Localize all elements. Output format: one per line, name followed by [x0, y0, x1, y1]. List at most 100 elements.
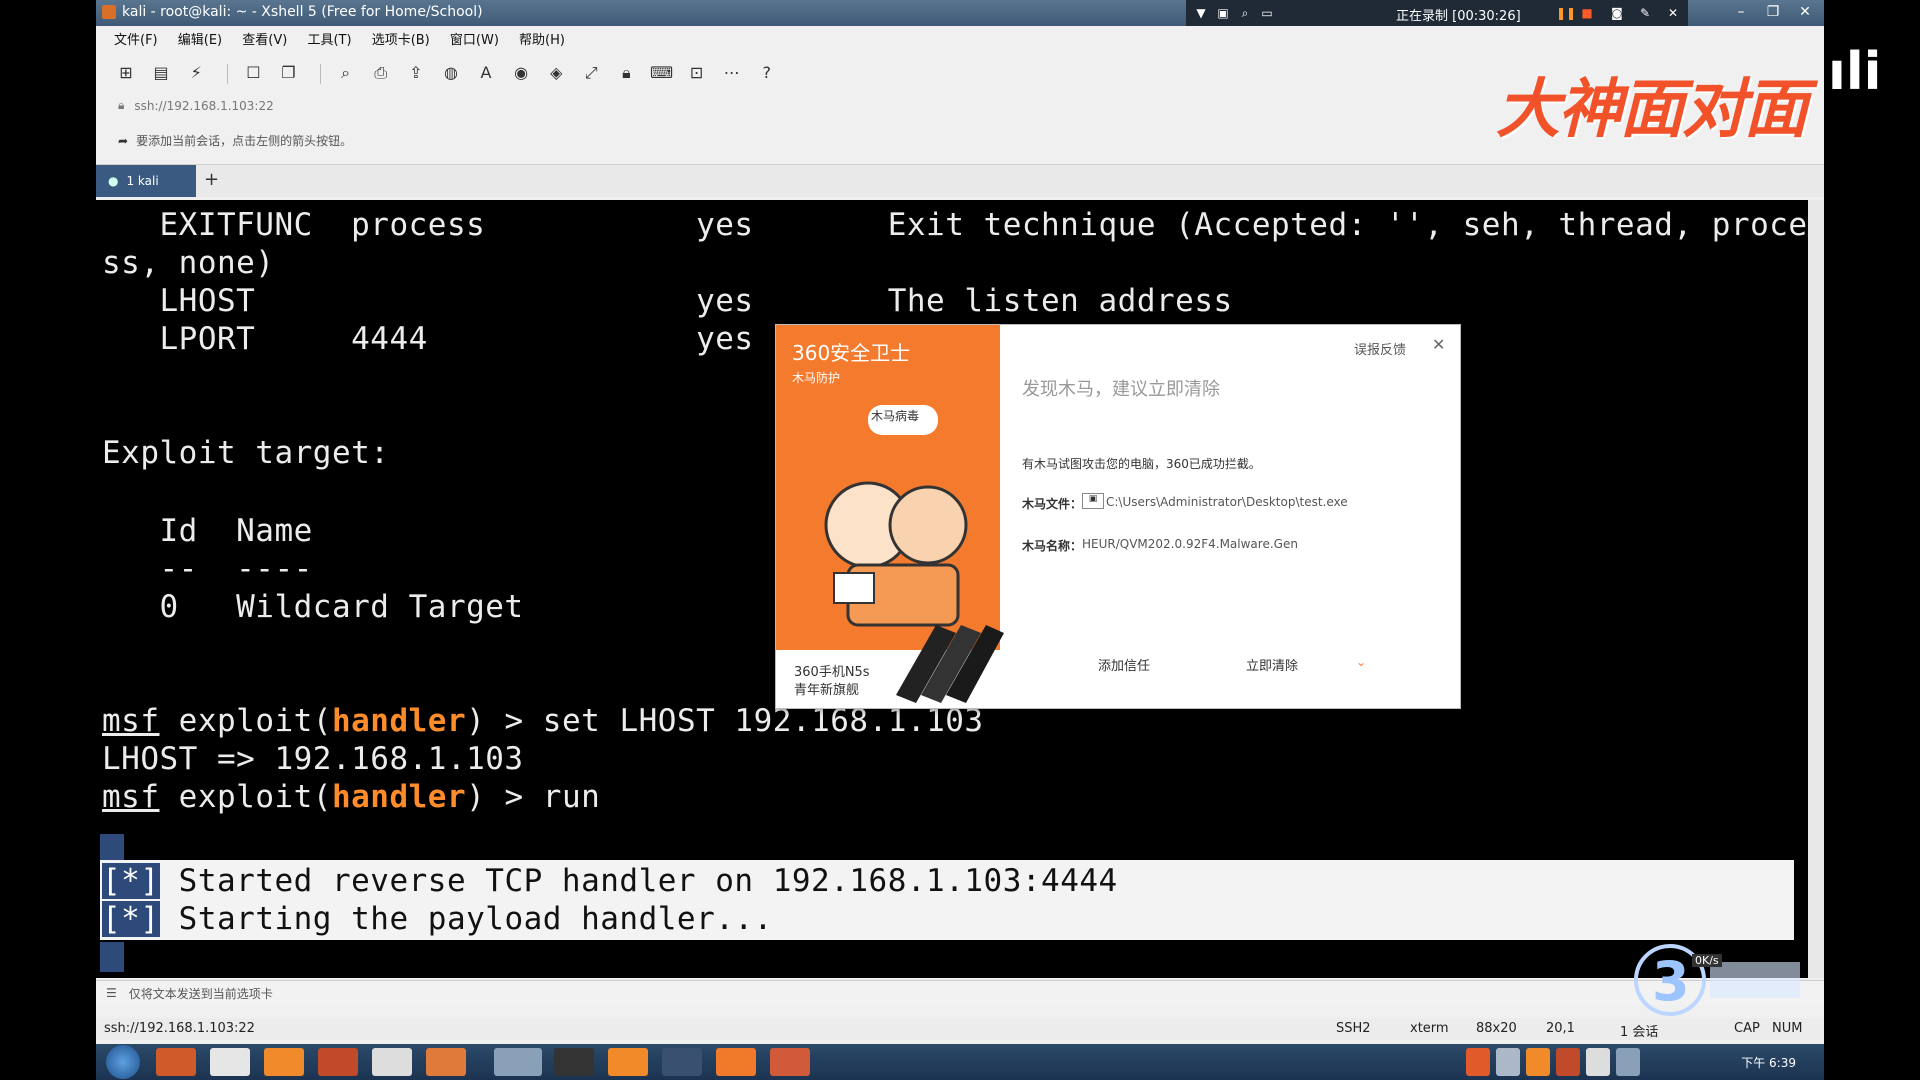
tray-icon[interactable] [1496, 1048, 1520, 1076]
tray-icon[interactable] [1556, 1048, 1580, 1076]
popup-description: 有木马试图攻击您的电脑，360已成功拦截。 [1022, 457, 1261, 471]
arrow-icon[interactable]: ➦ [118, 134, 128, 148]
help-icon[interactable]: ? [755, 62, 779, 84]
prompt-module: handler [331, 779, 467, 815]
maximize-button[interactable]: ❐ [1758, 2, 1788, 22]
tab-kali[interactable]: ● 1 kali [96, 165, 196, 197]
more-icon[interactable]: ⋯ [720, 62, 744, 84]
menu-view[interactable]: 查看(V) [234, 30, 295, 52]
report-link[interactable]: 误报反馈 [1354, 339, 1406, 358]
close-button[interactable]: ✕ [1790, 2, 1820, 22]
address-text: ssh://192.168.1.103:22 [134, 98, 274, 113]
status-num: NUM [1772, 1021, 1803, 1036]
menu-help[interactable]: 帮助(H) [511, 30, 573, 52]
stop-icon[interactable]: ■ [1580, 6, 1594, 20]
recording-bar: ▼ ▣ ⌕ ▭ 正在录制 [00:30:26] ❚❚ ■ ◙ ✎ ✕ [1186, 0, 1688, 26]
send-menu-icon[interactable]: ☰ [106, 986, 117, 1000]
lock-icon[interactable]: 🔒︎ [614, 62, 638, 84]
menu-window[interactable]: 窗口(W) [442, 30, 507, 52]
send-bar-text: 仅将文本发送到当前选项卡 [128, 986, 273, 1001]
antivirus-popup: 360安全卫士 木马防护 木马病毒 360手机N5s 青年新旗舰 误报反馈 ✕ … [775, 324, 1461, 709]
taskbar-app-icon[interactable] [770, 1048, 810, 1076]
taskbar-app-icon[interactable] [264, 1048, 304, 1076]
menu-edit[interactable]: 编辑(E) [170, 30, 230, 52]
status-caps: CAP [1734, 1021, 1760, 1036]
fullscreen-icon[interactable]: ⤢ [579, 62, 603, 84]
properties-icon[interactable]: ☐ [241, 62, 265, 84]
compose-icon[interactable]: ⊡ [685, 62, 709, 84]
popup-content: 误报反馈 ✕ 发现木马，建议立即清除 有木马试图攻击您的电脑，360已成功拦截。… [1000, 325, 1460, 708]
lock-small-icon: 🔒︎ [118, 98, 125, 112]
terminal-line: LPORT 4444 yes [102, 321, 754, 357]
window-icon[interactable]: ▣ [1216, 6, 1230, 20]
popup-banner: 360安全卫士 木马防护 木马病毒 360手机N5s 青年新旗舰 [776, 325, 1004, 708]
clean-now-button[interactable]: 立即清除 [1246, 655, 1298, 674]
cursor-block [100, 942, 124, 972]
dropdown-icon[interactable]: ▼ [1194, 6, 1208, 20]
find-icon[interactable]: ⌕ [334, 62, 358, 84]
taskbar-xshell[interactable] [494, 1048, 542, 1076]
add-trust-button[interactable]: 添加信任 [1098, 655, 1150, 674]
globe-icon[interactable]: ◍ [439, 62, 463, 84]
terminal-line: ss, none) [102, 245, 275, 281]
taskbar-app-icon[interactable] [318, 1048, 358, 1076]
address-bar[interactable]: 🔒︎ ssh://192.168.1.103:22 [118, 98, 274, 113]
taskbar-app-icon[interactable] [372, 1048, 412, 1076]
transfer-icon[interactable]: ⇪ [404, 62, 428, 84]
taskbar-app-icon[interactable] [210, 1048, 250, 1076]
print-icon[interactable]: ⎙ [369, 62, 393, 84]
popup-subtitle: 木马防护 [792, 371, 841, 385]
channel-logo: 3 0K/s [1630, 940, 1820, 1020]
keyboard-icon[interactable]: ⌨ [650, 62, 674, 84]
search-icon[interactable]: ⌕ [1238, 6, 1252, 20]
menu-tools[interactable]: 工具(T) [299, 30, 359, 52]
selected-line: [*] Started reverse TCP handler on 192.1… [100, 862, 1794, 900]
screen-icon[interactable]: ▭ [1260, 6, 1274, 20]
script-icon[interactable]: ◉ [509, 62, 533, 84]
pen-icon[interactable]: ✎ [1638, 6, 1652, 20]
add-tab-button[interactable]: + [204, 169, 219, 190]
sftp-icon[interactable]: ◈ [544, 62, 568, 84]
file-icon: ▣ [1082, 493, 1104, 509]
new-session-icon[interactable]: ⊞ [114, 62, 138, 84]
name-label: 木马名称： [1022, 539, 1083, 553]
tray-icon[interactable] [1586, 1048, 1610, 1076]
volume-icon[interactable] [1616, 1048, 1640, 1076]
recording-status: 正在录制 [00:30:26] [1396, 9, 1521, 24]
menu-file[interactable]: 文件(F) [106, 30, 166, 52]
prompt-module: handler [331, 703, 467, 739]
ad-line2: 青年新旗舰 [794, 683, 860, 698]
taskbar-app-icon[interactable] [716, 1048, 756, 1076]
disconnect-icon[interactable]: ⚡ [184, 62, 208, 84]
status-protocol: SSH2 [1336, 1021, 1371, 1036]
taskbar-app-icon[interactable] [554, 1048, 594, 1076]
terminal-scrollbar[interactable] [1808, 200, 1824, 978]
open-folder-icon[interactable]: ▤ [149, 62, 173, 84]
camera-icon[interactable]: ◙ [1610, 6, 1624, 20]
menu-tabs[interactable]: 选项卡(B) [364, 30, 438, 52]
close-popup-icon[interactable]: ✕ [1432, 335, 1445, 354]
terminal-line: 0 Wildcard Target [102, 589, 524, 625]
close-recording-icon[interactable]: ✕ [1666, 6, 1680, 20]
taskbar-app-icon[interactable] [426, 1048, 466, 1076]
terminal-line: -- ---- [102, 551, 313, 587]
tray-icon[interactable] [1526, 1048, 1550, 1076]
taskbar-app-icon[interactable] [662, 1048, 702, 1076]
minimize-button[interactable]: – [1726, 2, 1756, 22]
copy-icon[interactable]: ❐ [276, 62, 300, 84]
bubble-text: 木马病毒 [871, 409, 920, 423]
taskbar-app-icon[interactable] [608, 1048, 648, 1076]
chevron-down-icon[interactable]: ⌄ [1356, 655, 1366, 669]
status-bracket: [*] [102, 901, 160, 937]
watermark-logo: 大神面对面 [1496, 73, 1808, 147]
start-button[interactable] [106, 1045, 140, 1079]
selection-highlight: [*] Started reverse TCP handler on 192.1… [100, 860, 1794, 940]
selected-line: [*] Starting the payload handler... [100, 900, 772, 938]
taskbar: 下午 6:39 [96, 1044, 1824, 1080]
session-hint: ➦ 要添加当前会话，点击左侧的箭头按钮。 [118, 132, 352, 149]
taskbar-app-icon[interactable] [156, 1048, 196, 1076]
tray-icon[interactable] [1466, 1048, 1490, 1076]
pause-icon[interactable]: ❚❚ [1556, 6, 1576, 20]
window-title: kali - root@kali: ~ - Xshell 5 (Free for… [122, 4, 483, 20]
font-icon[interactable]: A [474, 62, 498, 84]
